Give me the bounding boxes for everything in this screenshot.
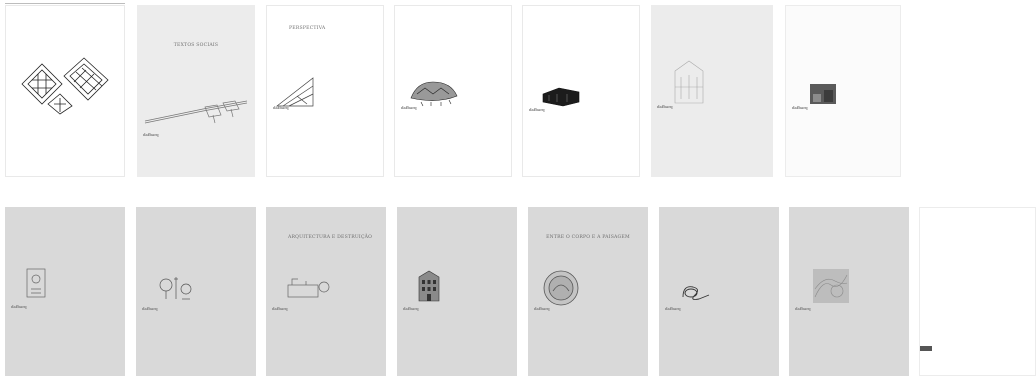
book-cover-14[interactable]: dafbarq xyxy=(789,207,909,376)
publications-gallery: TEXTOS SOCIAIS dafbarq PERSPECTIVA dafba… xyxy=(0,0,1036,376)
cover-illustration xyxy=(410,81,458,107)
cover-publisher: dafbarq xyxy=(273,106,289,110)
cover-title: ENTRE O CORPO E A PAISAGEM xyxy=(546,235,630,240)
book-cover-9[interactable]: dafbarq xyxy=(136,207,256,376)
cover-publisher: dafbarq xyxy=(795,307,811,311)
top-divider xyxy=(5,3,125,4)
cover-title: ARQUITECTURA E DESTRUIÇÃO xyxy=(288,235,373,240)
cover-title: PERSPECTIVA xyxy=(289,26,326,31)
cover-illustration xyxy=(159,277,192,300)
book-cover-7[interactable]: dafbarq xyxy=(785,5,901,177)
book-cover-2[interactable]: TEXTOS SOCIAIS dafbarq xyxy=(137,5,255,177)
book-cover-6[interactable]: dafbarq xyxy=(651,5,773,177)
cover-illustration xyxy=(682,286,710,300)
cover-title: TEXTOS SOCIAIS xyxy=(173,43,219,48)
book-cover-8[interactable]: dafbarq xyxy=(5,207,125,376)
cover-illustration xyxy=(275,77,314,107)
book-cover-12[interactable]: ENTRE O CORPO E A PAISAGEM dafbarq xyxy=(528,207,648,376)
cover-publisher: dafbarq xyxy=(665,307,681,311)
book-cover-4[interactable]: dafbarq xyxy=(394,5,512,177)
cover-publisher: dafbarq xyxy=(11,305,27,309)
book-cover-3[interactable]: PERSPECTIVA dafbarq xyxy=(266,5,384,177)
book-cover-5[interactable]: dafbarq xyxy=(522,5,640,177)
cover-publisher: dafbarq xyxy=(142,307,158,311)
book-cover-13[interactable]: dafbarq xyxy=(659,207,779,376)
cover-publisher: dafbarq xyxy=(401,106,417,110)
book-cover-11[interactable]: dafbarq xyxy=(397,207,517,376)
cover-illustration xyxy=(813,269,849,303)
cover-illustration xyxy=(144,100,248,124)
cover-illustration xyxy=(21,57,109,115)
cover-illustration xyxy=(287,278,330,298)
cover-illustration xyxy=(418,270,440,302)
cover-illustration xyxy=(26,268,46,298)
cover-publisher: dafbarq xyxy=(143,133,159,137)
cover-publisher: dafbarq xyxy=(792,106,808,110)
book-cover-1[interactable] xyxy=(5,5,125,177)
cover-publisher: dafbarq xyxy=(657,105,673,109)
cover-publisher: dafbarq xyxy=(534,307,550,311)
cover-illustration xyxy=(542,87,580,107)
cover-illustration xyxy=(543,270,579,306)
document-footer-bar xyxy=(920,346,932,351)
cover-illustration xyxy=(674,60,704,104)
cover-publisher: dafbarq xyxy=(403,307,419,311)
book-cover-10[interactable]: ARQUITECTURA E DESTRUIÇÃO dafbarq xyxy=(266,207,386,376)
cover-photo xyxy=(810,84,836,104)
cover-publisher: dafbarq xyxy=(272,307,288,311)
cover-publisher: dafbarq xyxy=(529,108,545,112)
document-page[interactable] xyxy=(919,207,1036,376)
